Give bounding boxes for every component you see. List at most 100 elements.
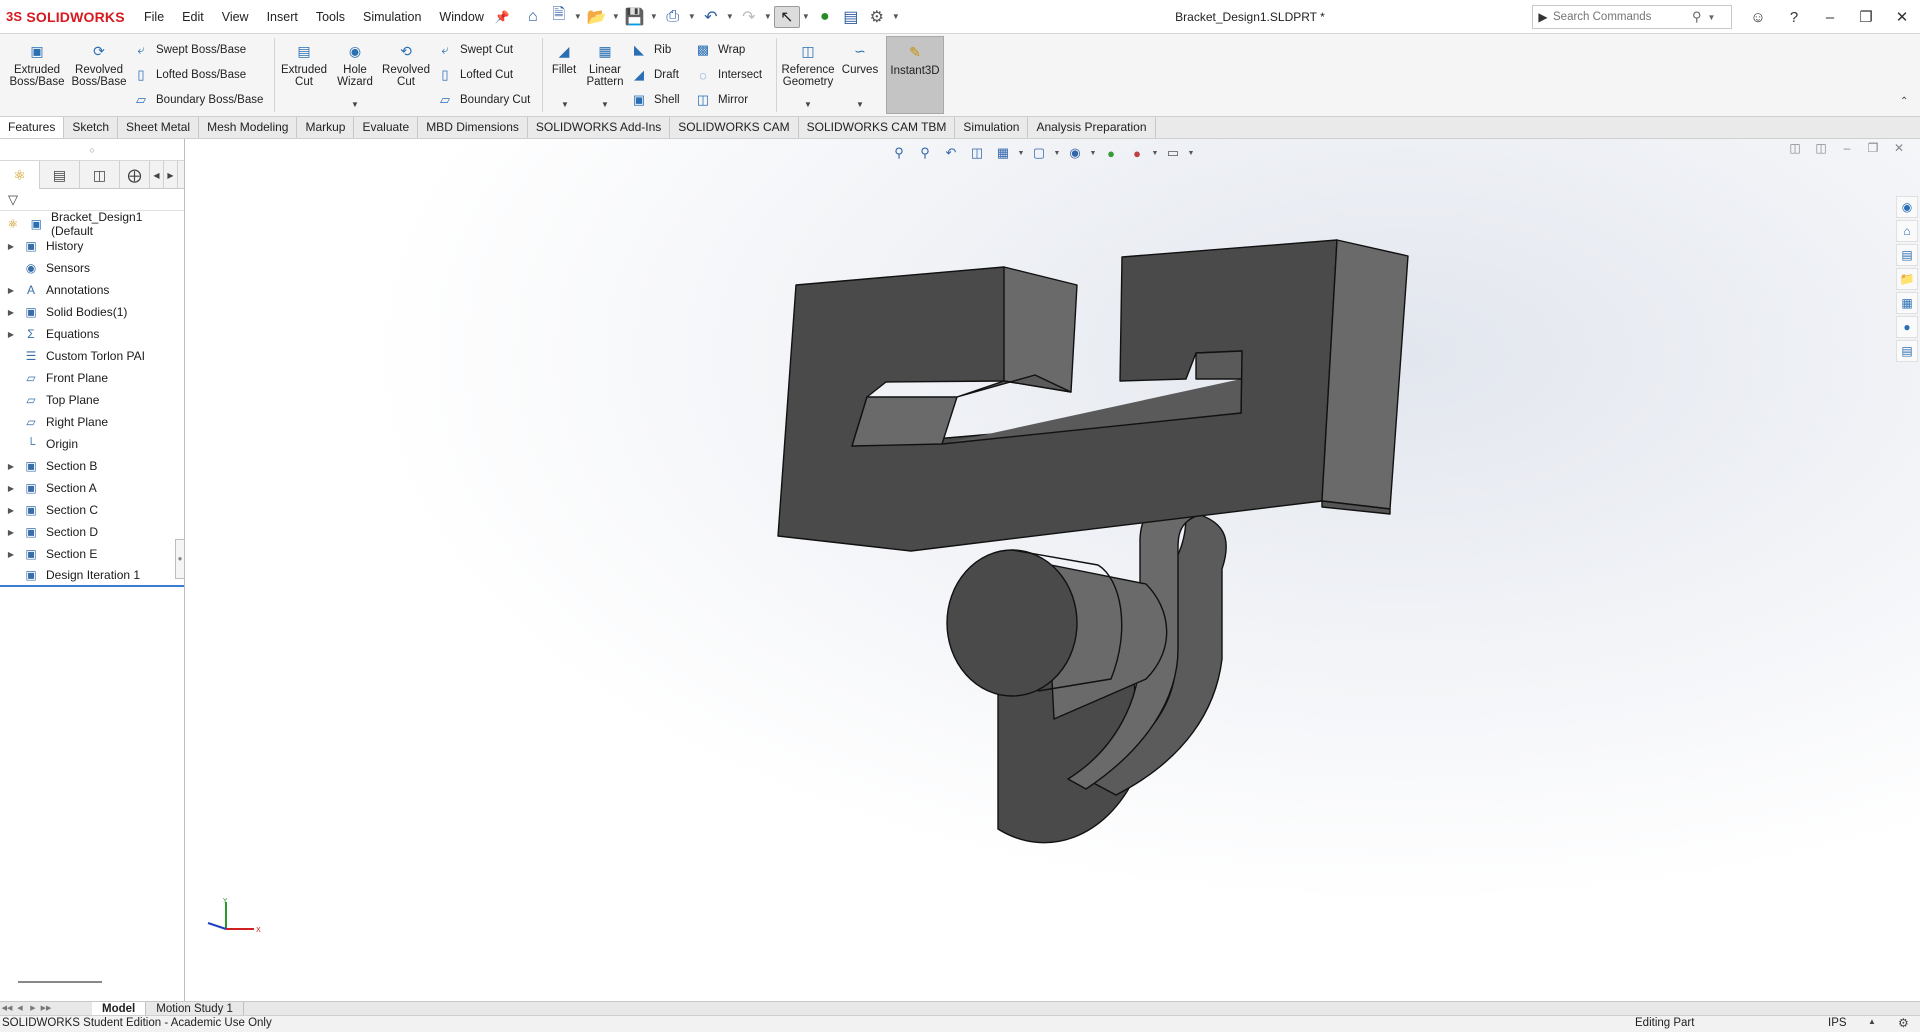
tree-item-section-b[interactable]: ▶ ▣ Section B [0, 455, 184, 477]
fillet-button[interactable]: ◢ Fillet [546, 36, 582, 76]
tree-item-top-plane[interactable]: ▱ Top Plane [0, 389, 184, 411]
new-document-icon[interactable]: 🗎 [546, 6, 572, 28]
redo-icon[interactable]: ↷ [736, 6, 762, 28]
tab-sketch[interactable]: Sketch [64, 117, 119, 138]
select-icon[interactable]: ↖ [773, 5, 800, 28]
hole-wizard-button[interactable]: ◉ Hole Wizard [328, 36, 382, 88]
tab-first-icon[interactable]: ◀◀ [1, 1003, 13, 1015]
close-icon[interactable]: ✕ [1884, 8, 1920, 26]
tree-item-origin[interactable]: └ Origin [0, 433, 184, 455]
tree-root[interactable]: ⚛ ▣ Bracket_Design1 (Default [0, 210, 184, 238]
reference-geometry-button[interactable]: ◫ Reference Geometry [778, 36, 838, 88]
rebuild-icon[interactable]: ● [812, 6, 838, 28]
expand-arrow-icon[interactable]: ▶ [0, 528, 22, 537]
tree-item-equations[interactable]: ▶ Σ Equations [0, 323, 184, 345]
account-icon[interactable]: ☺ [1740, 9, 1776, 26]
wrap-button[interactable]: ▩ Wrap [694, 40, 745, 60]
bracket-model[interactable] [186, 139, 1920, 1001]
reference-geometry-dropdown-icon[interactable]: ▼ [804, 100, 812, 109]
tree-item-custom-torlon-pai[interactable]: ☰ Custom Torlon PAI [0, 345, 184, 367]
revolved-boss-button[interactable]: ⟳ Revolved Boss/Base [68, 36, 130, 88]
tab-motion-study[interactable]: Motion Study 1 [146, 1001, 244, 1016]
expand-arrow-icon[interactable]: ▶ [0, 330, 22, 339]
swept-boss-button[interactable]: ⤶ Swept Boss/Base [132, 40, 246, 60]
expand-arrow-icon[interactable]: ▶ [0, 286, 22, 295]
curves-dropdown-icon[interactable]: ▼ [856, 100, 864, 109]
menu-insert[interactable]: Insert [258, 0, 307, 34]
tab-markup[interactable]: Markup [297, 117, 355, 138]
extruded-boss-button[interactable]: ▣ Extruded Boss/Base [6, 36, 68, 88]
open-icon[interactable]: 📂 [584, 6, 610, 28]
tabs-scroll-right-icon[interactable]: ▶ [164, 161, 178, 189]
linear-pattern-button[interactable]: ▦ Linear Pattern [584, 36, 626, 88]
swept-cut-button[interactable]: ⤶ Swept Cut [436, 40, 513, 60]
search-commands[interactable]: ▶ ⚲ ▼ [1532, 5, 1732, 29]
search-dropdown-icon[interactable]: ▼ [1708, 13, 1716, 22]
tab-prev-icon[interactable]: ◀ [14, 1003, 26, 1015]
tab-simulation[interactable]: Simulation [955, 117, 1029, 138]
restore-icon[interactable]: ❐ [1848, 8, 1884, 26]
tree-item-section-a[interactable]: ▶ ▣ Section A [0, 477, 184, 499]
tab-next-icon[interactable]: ▶ [27, 1003, 39, 1015]
rib-button[interactable]: ◣ Rib [630, 40, 671, 60]
filter-icon[interactable]: ▽ [0, 189, 184, 211]
lofted-boss-button[interactable]: ▯ Lofted Boss/Base [132, 65, 246, 85]
help-icon[interactable]: ? [1776, 9, 1812, 26]
new-dropdown-icon[interactable]: ▼ [572, 12, 584, 21]
home-icon[interactable]: ⌂ [520, 6, 546, 28]
property-manager-tab-icon[interactable]: ▤ [40, 161, 80, 189]
dimxpert-tab-icon[interactable]: ⨁ [120, 161, 150, 189]
open-dropdown-icon[interactable]: ▼ [610, 12, 622, 21]
tree-item-section-d[interactable]: ▶ ▣ Section D [0, 521, 184, 543]
menu-edit[interactable]: Edit [173, 0, 213, 34]
expand-arrow-icon[interactable]: ▶ [0, 242, 22, 251]
panel-horizontal-scrollbar[interactable] [18, 981, 102, 983]
undo-icon[interactable]: ↶ [698, 6, 724, 28]
tree-item-annotations[interactable]: ▶ A Annotations [0, 279, 184, 301]
save-dropdown-icon[interactable]: ▼ [648, 12, 660, 21]
search-input[interactable] [1553, 11, 1688, 23]
tab-features[interactable]: Features [0, 117, 65, 138]
expand-arrow-icon[interactable]: ▶ [0, 462, 22, 471]
tab-addins[interactable]: SOLIDWORKS Add-Ins [528, 117, 671, 138]
unit-system[interactable]: IPS [1828, 1017, 1847, 1029]
lofted-cut-button[interactable]: ▯ Lofted Cut [436, 65, 513, 85]
mirror-button[interactable]: ◫ Mirror [694, 90, 748, 110]
expand-arrow-icon[interactable]: ▶ [0, 484, 22, 493]
revolved-cut-button[interactable]: ⟲ Revolved Cut [378, 36, 434, 88]
intersect-button[interactable]: ◌ Intersect [694, 65, 762, 85]
extruded-cut-button[interactable]: ▤ Extruded Cut [276, 36, 332, 88]
draft-button[interactable]: ◢ Draft [630, 65, 679, 85]
expand-arrow-icon[interactable]: ▶ [0, 308, 22, 317]
boundary-boss-button[interactable]: ▱ Boundary Boss/Base [132, 90, 263, 110]
tab-sheet-metal[interactable]: Sheet Metal [118, 117, 200, 138]
options-dropdown-icon[interactable]: ▼ [890, 12, 902, 21]
tree-item-front-plane[interactable]: ▱ Front Plane [0, 367, 184, 389]
tabs-scroll-left-icon[interactable]: ◀ [150, 161, 164, 189]
unit-system-dropdown-icon[interactable]: ▲ [1868, 1017, 1876, 1026]
minimize-icon[interactable]: – [1812, 9, 1848, 26]
graphics-area[interactable]: ⚲ ⚲ ↶ ◫ ▦ ▼ ▢ ▼ ◉ ▼ ● ● ▼ ▭ ▼ ◫ ◫ – ❐ ✕ ◉ ⌂ ▤… [186, 139, 1920, 1001]
tab-mesh-modeling[interactable]: Mesh Modeling [199, 117, 298, 138]
tree-item-solid-bodies-1[interactable]: ▶ ▣ Solid Bodies(1) [0, 301, 184, 323]
save-icon[interactable]: 💾 [622, 6, 648, 28]
tree-item-design-iteration-1[interactable]: ▣ Design Iteration 1 [0, 565, 184, 587]
menu-view[interactable]: View [213, 0, 258, 34]
tab-last-icon[interactable]: ▶▶ [40, 1003, 52, 1015]
search-icon[interactable]: ⚲ [1692, 9, 1702, 25]
tree-item-section-c[interactable]: ▶ ▣ Section C [0, 499, 184, 521]
shell-button[interactable]: ▣ Shell [630, 90, 680, 110]
fillet-dropdown-icon[interactable]: ▼ [561, 100, 569, 109]
curves-button[interactable]: ∽ Curves [838, 36, 882, 76]
menu-window[interactable]: Window [430, 0, 492, 34]
boundary-cut-button[interactable]: ▱ Boundary Cut [436, 90, 530, 110]
expand-arrow-icon[interactable]: ▶ [0, 550, 22, 559]
options-icon[interactable]: ⚙ [864, 6, 890, 28]
tree-item-right-plane[interactable]: ▱ Right Plane [0, 411, 184, 433]
expand-arrow-icon[interactable]: ▶ [0, 506, 22, 515]
tab-cam[interactable]: SOLIDWORKS CAM [670, 117, 799, 138]
tab-evaluate[interactable]: Evaluate [354, 117, 419, 138]
tab-analysis-preparation[interactable]: Analysis Preparation [1028, 117, 1156, 138]
menu-simulation[interactable]: Simulation [354, 0, 430, 34]
feature-manager-tab-icon[interactable]: ⚛ [0, 161, 40, 189]
